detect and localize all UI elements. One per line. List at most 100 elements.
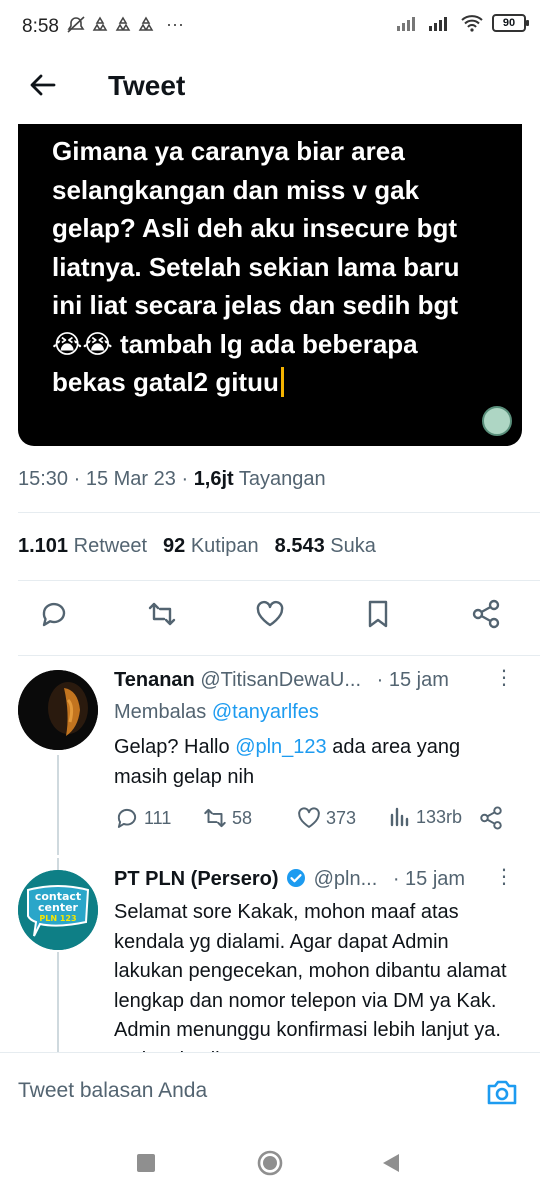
wifi-icon (461, 15, 483, 32)
avatar[interactable] (18, 670, 98, 750)
back-button[interactable] (381, 1152, 401, 1174)
replying-to: Membalas @tanyarlfes (114, 701, 319, 724)
image-text-line: gelap? Asli deh aku insecure bgt (52, 213, 458, 243)
watermark-logo (482, 406, 512, 436)
tweet-media-image[interactable]: Gimana ya caranya biar area selangkangan… (18, 124, 522, 446)
status-time: 8:58 (22, 16, 59, 37)
quotes-stat[interactable]: 92 Kutipan (163, 535, 259, 558)
reply-text: Gelap? Hallo @pln_123 ada area yang masi… (114, 733, 514, 792)
display-name[interactable]: PT PLN (Persero) (114, 868, 278, 890)
like-icon (298, 807, 320, 828)
avatar-image (18, 670, 98, 750)
recents-button[interactable] (137, 1154, 155, 1172)
like-icon[interactable] (254, 598, 286, 630)
image-text-line: 😭😭 tambah lg ada beberapa (52, 328, 418, 359)
share-icon[interactable] (478, 805, 504, 831)
like-action[interactable]: 373 (296, 805, 356, 831)
thread-line (57, 952, 59, 1052)
likes-label: Suka (330, 535, 376, 557)
notification-icons: ··· (66, 14, 184, 35)
view-count: 133rb (416, 806, 463, 827)
reply-header: PT PLN (Persero) @pln... · 15 jam (114, 868, 465, 891)
like-count: 373 (326, 807, 357, 828)
thread-line (57, 858, 59, 870)
page-title: Tweet (108, 70, 186, 101)
likes-stat[interactable]: 8.543 Suka (275, 535, 376, 558)
retweets-stat[interactable]: 1.101 Retweet (18, 535, 147, 558)
retweet-action[interactable]: 58 (202, 805, 252, 831)
retweet-icon (204, 808, 226, 828)
likes-count: 8.543 (274, 535, 325, 557)
quotes-label: Kutipan (190, 535, 259, 557)
reply-count: 111 (144, 807, 172, 828)
views-label: Tayangan (238, 468, 326, 490)
retweets-count: 1.101 (18, 535, 69, 557)
reply-text: Selamat sore Kakak, mohon maaf atas kend… (114, 901, 507, 1052)
image-text-line: selangkangan dan miss v gak (52, 174, 420, 205)
battery-icon: 90 (492, 14, 529, 32)
retweet-icon[interactable] (146, 598, 178, 630)
more-options-icon[interactable]: ⋮ (494, 867, 514, 887)
mute-icon (67, 15, 85, 33)
status-bar: 8:58 ··· 90 (0, 0, 540, 54)
reply-time: · 15 jam (376, 669, 449, 691)
divider (18, 655, 540, 656)
avatar[interactable]: contact center PLN 123 (18, 870, 98, 950)
reply-icon[interactable] (38, 598, 70, 630)
reply-input[interactable]: Tweet balasan Anda (18, 1079, 207, 1103)
signal-icon (429, 17, 447, 31)
analytics-icon (390, 807, 409, 827)
bookmark-icon[interactable] (362, 598, 394, 630)
tweet-stats: 1.101 Retweet 92 Kutipan 8.543 Suka (18, 535, 376, 558)
more-notifications-icon: ··· (166, 14, 184, 34)
recycle-icon (92, 16, 108, 31)
divider (18, 580, 540, 581)
verified-badge-icon (287, 869, 306, 887)
system-icons: 90 (396, 14, 529, 32)
avatar-text: center (38, 901, 79, 914)
tweet-time: 15:30 (18, 468, 69, 490)
image-text-line: liatnya. Setelah sekian lama baru (52, 251, 460, 282)
retweets-label: Retweet (73, 535, 147, 557)
share-icon[interactable] (470, 598, 502, 630)
reply-actions: 111 58 373 133rb (114, 805, 514, 835)
app-header: Tweet (0, 54, 540, 120)
back-arrow-icon[interactable] (26, 68, 60, 102)
reply-action[interactable]: 111 (114, 805, 171, 831)
image-text: Gimana ya caranya biar area selangkangan… (52, 132, 502, 402)
tweet-meta: 15:30 · 15 Mar 23 · 1,6jt Tayangan (18, 468, 326, 490)
mention-link[interactable]: @pln_123 (235, 736, 326, 758)
camera-icon[interactable] (486, 1077, 518, 1107)
retweet-count: 58 (232, 807, 253, 828)
avatar-text: PLN 123 (39, 914, 76, 923)
tweet-date: 15 Mar 23 (85, 468, 176, 490)
reply-tweet[interactable]: contact center PLN 123 PT PLN (Persero) … (0, 858, 540, 1052)
replying-to-handle[interactable]: @tanyarlfes (212, 701, 319, 723)
reply-time: · 15 jam (392, 868, 466, 890)
divider (18, 512, 540, 513)
replying-prefix: Membalas (114, 701, 207, 723)
thread-line (57, 755, 59, 855)
recycle-icon (138, 16, 154, 31)
views-count: 1,6jt (193, 468, 234, 490)
image-text-line: bekas gatal2 gituu (52, 367, 279, 397)
quotes-count: 92 (163, 535, 186, 557)
more-options-icon[interactable]: ⋮ (494, 668, 514, 688)
text-cursor (280, 367, 284, 397)
tweet-actions (0, 598, 540, 638)
views-action[interactable]: 133rb (388, 805, 462, 829)
image-text-line: Gimana ya caranya biar area (52, 136, 405, 166)
recycle-icon (115, 16, 131, 31)
home-button[interactable] (257, 1150, 283, 1176)
reply-composer[interactable]: Tweet balasan Anda (0, 1052, 540, 1130)
system-nav-bar (0, 1130, 540, 1200)
user-handle[interactable]: @TitisanDewaU... (200, 669, 361, 691)
reply-icon (117, 809, 137, 828)
reply-text-part: Gelap? Hallo (114, 736, 236, 758)
reply-header: Tenanan @TitisanDewaU... · 15 jam (114, 669, 449, 692)
pln-logo-icon: contact center PLN 123 (18, 870, 98, 950)
signal-icon (397, 17, 415, 31)
user-handle[interactable]: @pln... (314, 868, 378, 890)
display-name[interactable]: Tenanan (114, 669, 195, 691)
image-text-line: ini liat secara jelas dan sedih bgt (52, 290, 459, 320)
